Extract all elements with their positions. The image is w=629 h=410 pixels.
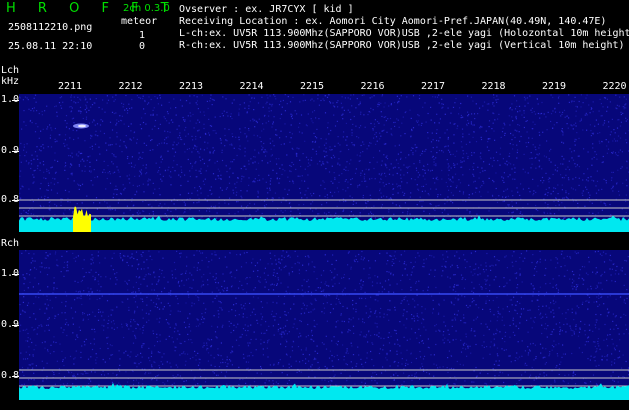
lch-freq-tick bbox=[12, 151, 19, 152]
lch-freq-tick bbox=[12, 200, 19, 201]
time-label-2212: 2212 bbox=[118, 81, 143, 92]
lch-freq-tick bbox=[12, 100, 19, 101]
meteor-label: meteor bbox=[121, 16, 158, 27]
observer-line: Ovserver : ex. JR7CYX [ kid ] bbox=[179, 4, 354, 15]
lch-waterfall bbox=[19, 94, 629, 232]
time-label-2217: 2217 bbox=[421, 81, 446, 92]
rch-config-line: R-ch:ex. UV5R 113.900Mhz(SAPPORO VOR)USB… bbox=[179, 40, 625, 51]
rch-freq-tick bbox=[12, 376, 19, 377]
capture-datetime: 25.08.11 22:10 bbox=[8, 41, 93, 52]
image-filename: 2508112210.png bbox=[8, 22, 93, 33]
lch-meteor-count: 1 bbox=[139, 30, 146, 41]
time-label-2220: 2220 bbox=[602, 81, 627, 92]
time-label-2216: 2216 bbox=[360, 81, 385, 92]
khz-label: kHz bbox=[1, 76, 20, 87]
rch-freq-tick bbox=[12, 274, 19, 275]
rch-waterfall bbox=[19, 250, 629, 400]
lch-label: Lch bbox=[1, 65, 20, 76]
time-label-2213: 2213 bbox=[179, 81, 204, 92]
rch-label: Rch bbox=[1, 238, 20, 249]
rch-meteor-count: 0 bbox=[139, 41, 146, 52]
time-label-2214: 2214 bbox=[239, 81, 264, 92]
version-label: 2ch 0.3.0 bbox=[123, 3, 170, 14]
time-label-2211: 2211 bbox=[58, 81, 83, 92]
lch-config-line: L-ch:ex. UV5R 113.900Mhz(SAPPORO VOR)USB… bbox=[179, 28, 629, 39]
time-label-2219: 2219 bbox=[542, 81, 567, 92]
rch-freq-tick bbox=[12, 325, 19, 326]
time-label-2215: 2215 bbox=[300, 81, 325, 92]
time-label-2218: 2218 bbox=[481, 81, 506, 92]
location-line: Receiving Location : ex. Aomori City Aom… bbox=[179, 16, 607, 27]
